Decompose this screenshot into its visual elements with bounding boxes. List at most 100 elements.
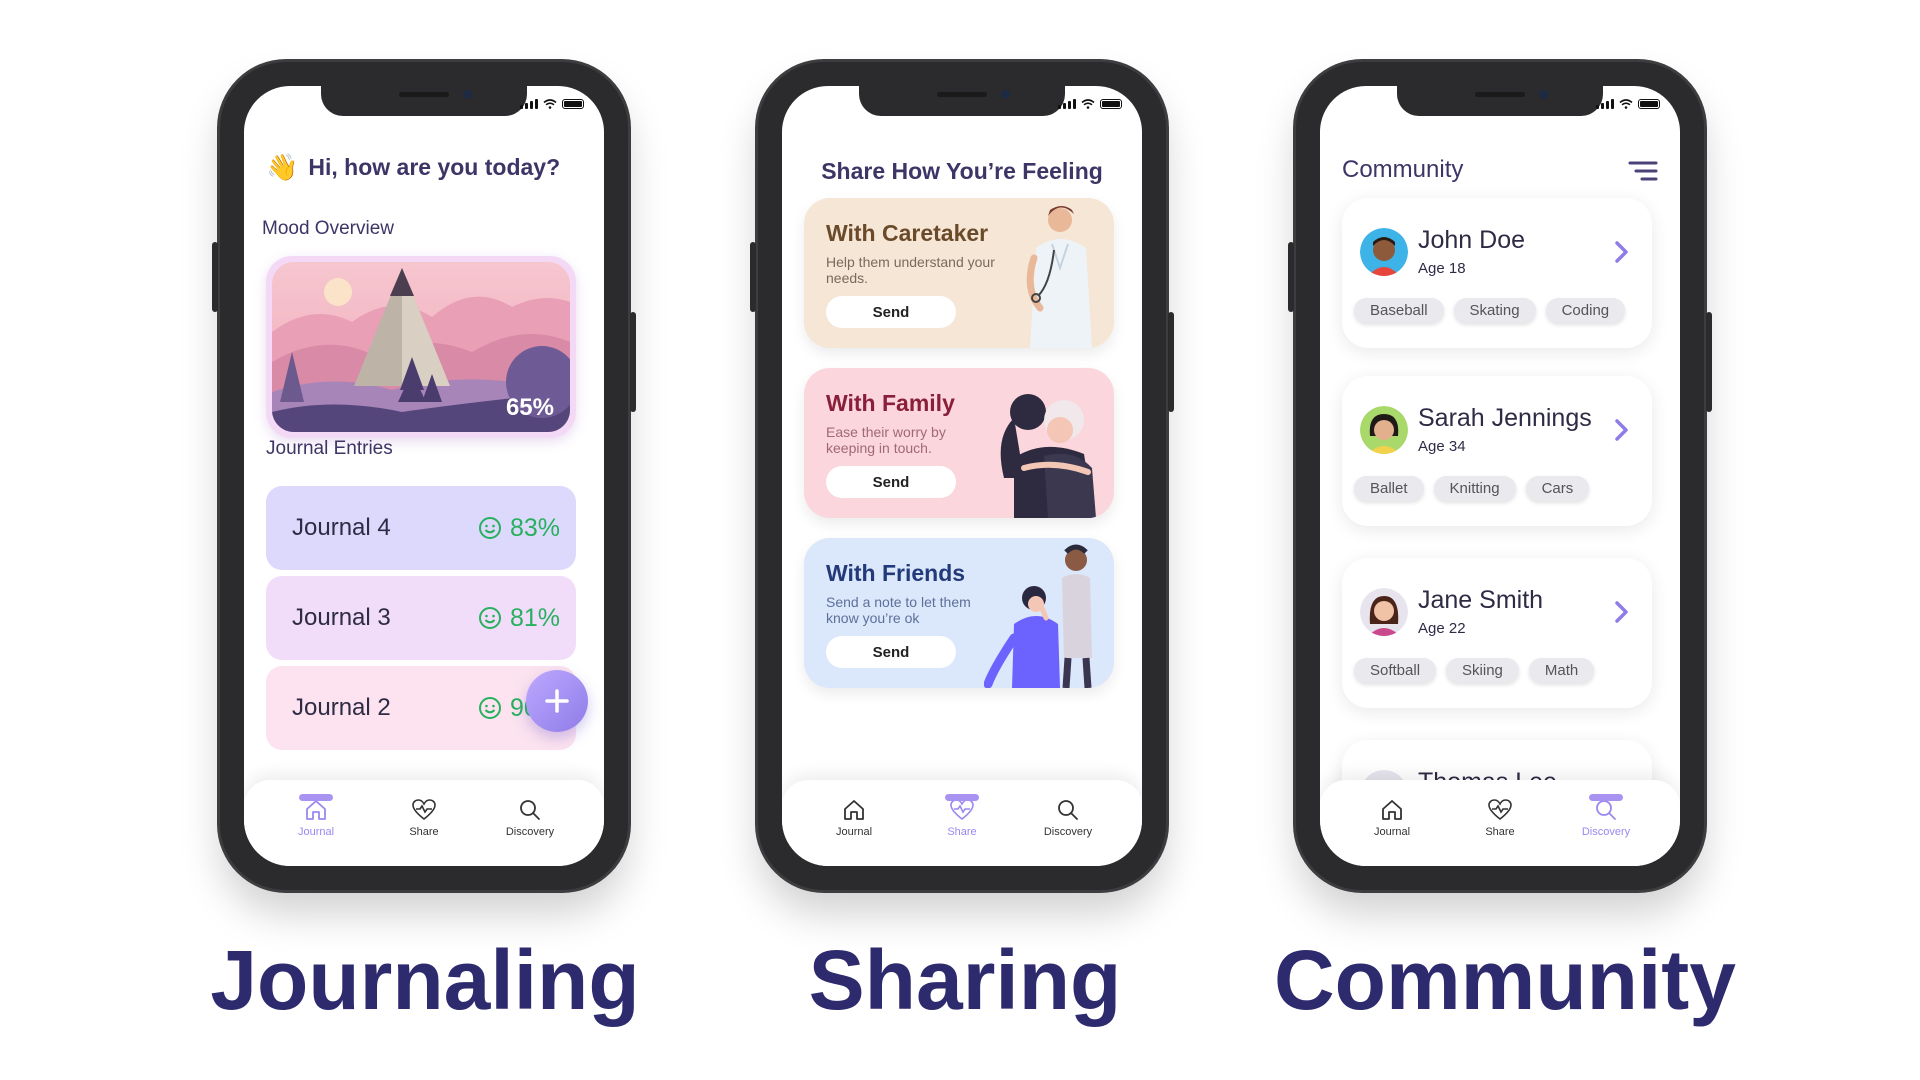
- user-age: Age 22: [1418, 620, 1466, 637]
- add-journal-button[interactable]: [526, 670, 588, 732]
- journal-entry-title: Journal 3: [292, 604, 391, 631]
- share-card-description: Help them understand your needs.: [826, 254, 995, 286]
- interest-tag[interactable]: Skating: [1453, 298, 1536, 323]
- interest-tags: Baseball Skating Coding: [1354, 298, 1626, 323]
- interest-tag[interactable]: Ballet: [1354, 476, 1424, 501]
- wifi-icon: [543, 99, 557, 109]
- home-icon: [306, 800, 326, 820]
- interest-tag[interactable]: Math: [1528, 658, 1595, 683]
- nav-share-label: Share: [1485, 826, 1515, 838]
- interest-tag[interactable]: Cars: [1525, 476, 1590, 501]
- nav-journal[interactable]: Journal: [804, 798, 904, 838]
- nav-discovery[interactable]: Discovery: [1018, 798, 1118, 838]
- share-card-title: With Friends: [826, 560, 966, 586]
- nav-discovery-label: Discovery: [505, 826, 555, 838]
- battery-icon: [1638, 99, 1660, 109]
- active-indicator: [1589, 794, 1623, 801]
- nav-journal-label: Journal: [1373, 826, 1411, 838]
- nav-share[interactable]: Share: [374, 798, 474, 838]
- send-button[interactable]: Send: [826, 636, 956, 668]
- user-card[interactable]: Sarah Jennings Age 34 Ballet Knitting Ca…: [1342, 376, 1652, 526]
- notch: [859, 86, 1065, 116]
- nav-discovery[interactable]: Discovery: [480, 798, 580, 838]
- signal-icon: [1058, 99, 1076, 109]
- nav-share[interactable]: Share: [912, 794, 1012, 838]
- nav-journal-label: Journal: [297, 826, 335, 838]
- search-icon: [1596, 800, 1616, 820]
- status-bar: [520, 99, 584, 109]
- bottom-nav: Journal Share Discovery: [782, 780, 1142, 866]
- share-card-description: Ease their worry by keeping in touch.: [826, 424, 946, 456]
- family-illustration: [1000, 394, 1096, 518]
- send-button[interactable]: Send: [826, 296, 956, 328]
- journal-entry-score: 83%: [478, 514, 560, 543]
- friends-illustration: [984, 544, 1092, 688]
- avatar: [1360, 588, 1408, 636]
- interest-tags: Softball Skiing Math: [1354, 658, 1595, 683]
- journal-entries-label: Journal Entries: [266, 438, 393, 459]
- community-screen: Community John Doe Age 18 Baseball Skati…: [1320, 86, 1680, 866]
- share-card-caretaker[interactable]: With Caretaker Help them understand your…: [804, 198, 1114, 348]
- smiley-icon: [478, 697, 501, 719]
- journal-entry-score: 81%: [478, 604, 560, 633]
- wifi-icon: [1081, 99, 1095, 109]
- journal-entry[interactable]: Journal 3 81%: [266, 576, 576, 660]
- mood-overview-label: Mood Overview: [262, 218, 394, 239]
- user-card[interactable]: Jane Smith Age 22 Softball Skiing Math: [1342, 558, 1652, 708]
- user-name: Sarah Jennings: [1418, 404, 1592, 432]
- community-title: Community: [1342, 156, 1464, 183]
- user-age: Age 18: [1418, 260, 1466, 277]
- chevron-right-icon[interactable]: [1614, 600, 1630, 624]
- caption-sharing: Sharing: [808, 933, 1122, 1027]
- greeting: 👋 Hi, how are you today?: [266, 152, 560, 183]
- share-screen: Share How You’re Feeling With Caretaker …: [782, 86, 1142, 866]
- home-icon: [1382, 800, 1402, 820]
- mood-percent: 65%: [505, 394, 554, 421]
- nav-journal[interactable]: Journal: [266, 794, 366, 838]
- nav-share[interactable]: Share: [1450, 798, 1550, 838]
- nav-share-label: Share: [409, 826, 439, 838]
- interest-tag[interactable]: Skiing: [1446, 658, 1519, 683]
- share-card-family[interactable]: With Family Ease their worry by keeping …: [804, 368, 1114, 518]
- active-indicator: [945, 794, 979, 801]
- notch: [1397, 86, 1603, 116]
- bottom-nav: Journal Share Discovery: [244, 780, 604, 866]
- heart-pulse-icon: [412, 799, 436, 821]
- wifi-icon: [1619, 99, 1633, 109]
- mood-illustration: 65%: [272, 262, 570, 432]
- bottom-nav: Journal Share Discovery: [1320, 780, 1680, 866]
- filter-icon[interactable]: [1628, 160, 1658, 182]
- wave-emoji-icon: 👋: [266, 152, 299, 182]
- interest-tag[interactable]: Coding: [1545, 298, 1626, 323]
- plus-icon: [545, 689, 569, 713]
- journal-entry-title: Journal 2: [292, 694, 391, 721]
- caretaker-illustration: [1026, 206, 1092, 348]
- journal-entry-percent: 83%: [509, 513, 560, 542]
- notch: [321, 86, 527, 116]
- smiley-icon: [478, 607, 501, 629]
- search-icon: [520, 800, 540, 820]
- home-icon: [844, 800, 864, 820]
- nav-discovery[interactable]: Discovery: [1556, 794, 1656, 838]
- send-button[interactable]: Send: [826, 466, 956, 498]
- heart-pulse-icon: [950, 799, 974, 821]
- nav-share-label: Share: [947, 826, 977, 838]
- battery-icon: [562, 99, 584, 109]
- user-name: John Doe: [1418, 226, 1526, 254]
- user-card[interactable]: John Doe Age 18 Baseball Skating Coding: [1342, 198, 1652, 348]
- share-card-friends[interactable]: With Friends Send a note to let them kno…: [804, 538, 1114, 688]
- interest-tag[interactable]: Knitting: [1433, 476, 1516, 501]
- user-name: Jane Smith: [1418, 586, 1544, 614]
- interest-tag[interactable]: Softball: [1354, 658, 1437, 683]
- chevron-right-icon[interactable]: [1614, 418, 1630, 442]
- nav-journal[interactable]: Journal: [1342, 798, 1442, 838]
- journal-entry[interactable]: Journal 4 83%: [266, 486, 576, 570]
- journal-entry-percent: 81%: [509, 603, 560, 632]
- interest-tag[interactable]: Baseball: [1354, 298, 1444, 323]
- mood-overview-card[interactable]: 65%: [266, 256, 576, 438]
- status-bar: [1058, 99, 1122, 109]
- chevron-right-icon[interactable]: [1614, 240, 1630, 264]
- caption-community: Community: [1274, 933, 1736, 1027]
- user-age: Age 34: [1418, 438, 1466, 455]
- nav-journal-label: Journal: [835, 826, 873, 838]
